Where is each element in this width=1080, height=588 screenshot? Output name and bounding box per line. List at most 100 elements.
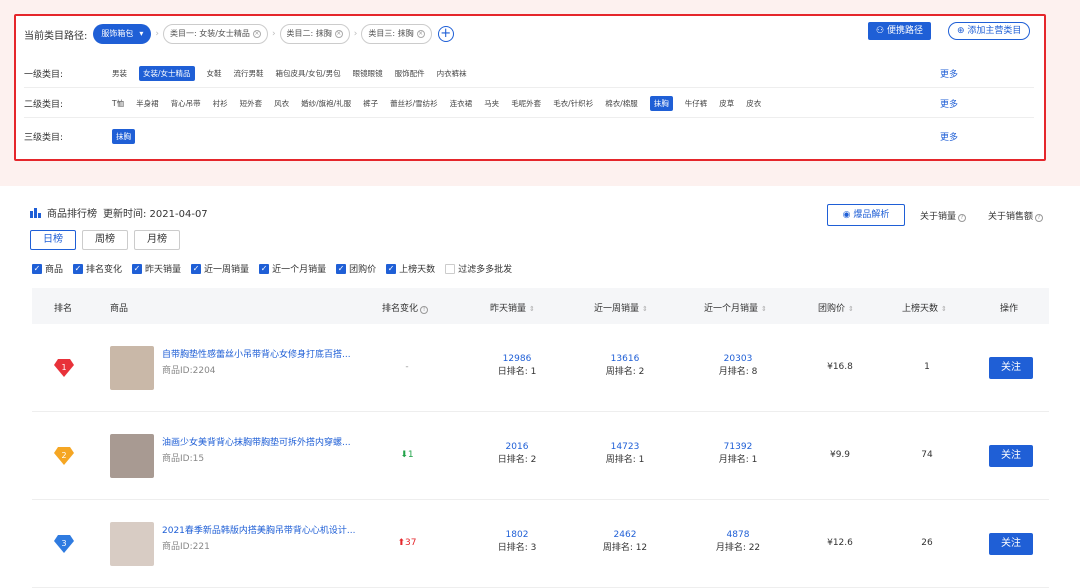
sales-value[interactable]: 14723 bbox=[590, 442, 660, 452]
category-item[interactable]: 连衣裙 bbox=[450, 98, 473, 109]
close-icon[interactable]: × bbox=[416, 30, 425, 38]
col-yesterday[interactable]: 昨天销量 ⇕ bbox=[490, 301, 535, 314]
rank-number: 3 bbox=[61, 539, 66, 548]
week-sales: 13616 周排名: 2 bbox=[590, 354, 660, 377]
product-title[interactable]: 2021春季新品韩版内搭美胸吊带背心心机设计... bbox=[162, 523, 356, 536]
path-chip-3[interactable]: 类目三: 抹胸 × bbox=[361, 24, 432, 44]
category-item[interactable]: 女装/女士精品 bbox=[139, 66, 195, 81]
tab-monthly[interactable]: 月榜 bbox=[134, 230, 180, 250]
category-item[interactable]: 流行男鞋 bbox=[234, 68, 264, 79]
col-week[interactable]: 近一周销量 ⇕ bbox=[594, 301, 648, 314]
checkbox-icon[interactable]: ✓ bbox=[73, 263, 84, 274]
product-id: 商品ID:221 bbox=[162, 542, 210, 552]
sales-value[interactable]: 71392 bbox=[703, 442, 773, 452]
col-price[interactable]: 团购价 ⇕ bbox=[818, 301, 854, 314]
category-item[interactable]: 裤子 bbox=[363, 98, 378, 109]
category-item[interactable]: 毛呢外套 bbox=[511, 98, 541, 109]
product-thumbnail[interactable] bbox=[110, 522, 154, 566]
checkbox-icon[interactable]: ✓ bbox=[191, 263, 202, 274]
category-item[interactable]: 眼镜眼镜 bbox=[353, 68, 383, 79]
more-link[interactable]: 更多 bbox=[940, 130, 958, 143]
filter-checkbox[interactable]: ✓ 上榜天数 bbox=[386, 262, 435, 275]
product-thumbnail[interactable] bbox=[110, 346, 154, 390]
category-item[interactable]: 衬衫 bbox=[213, 98, 228, 109]
category-item[interactable]: 女鞋 bbox=[207, 68, 222, 79]
category-item[interactable]: 皮草 bbox=[719, 98, 734, 109]
category-item[interactable]: 背心吊带 bbox=[171, 98, 201, 109]
filter-checkbox[interactable]: ✓ 商品 bbox=[32, 262, 63, 275]
filter-checkbox[interactable]: ✓ 近一周销量 bbox=[191, 262, 249, 275]
category-item[interactable]: 婚纱/旗袍/礼服 bbox=[301, 98, 351, 109]
category-item[interactable]: 服饰配件 bbox=[395, 68, 425, 79]
filter-label: 商品 bbox=[45, 265, 64, 275]
checkbox-icon[interactable]: ✓ bbox=[32, 263, 42, 274]
checkbox-icon[interactable]: ✓ bbox=[336, 263, 347, 274]
add-category-icon[interactable]: + bbox=[437, 26, 454, 42]
category-item[interactable]: 抹胸 bbox=[112, 128, 135, 144]
analysis-button[interactable]: ◉ 爆品解析 bbox=[827, 204, 905, 226]
category-item[interactable]: 箱包皮具/女包/男包 bbox=[276, 68, 341, 79]
col-month-label: 近一个月销量 bbox=[704, 304, 759, 314]
category-item[interactable]: 风衣 bbox=[274, 98, 289, 109]
follow-button[interactable]: 关注 bbox=[989, 445, 1033, 467]
category-item[interactable]: 皮衣 bbox=[746, 98, 761, 109]
sales-value[interactable]: 12986 bbox=[482, 354, 552, 364]
category-item[interactable]: 男装 bbox=[112, 68, 127, 79]
table-row: 3 2021春季新品韩版内搭美胸吊带背心心机设计... 商品ID:221 ⬆37… bbox=[32, 500, 1049, 588]
product-thumbnail[interactable] bbox=[110, 434, 154, 478]
category-item[interactable]: 毛衣/针织衫 bbox=[553, 98, 593, 109]
more-link[interactable]: 更多 bbox=[940, 97, 958, 110]
path-chip-1[interactable]: 类目一: 女装/女士精品 × bbox=[163, 24, 268, 44]
col-days[interactable]: 上榜天数 ⇕ bbox=[902, 301, 947, 314]
category-item[interactable]: 短外套 bbox=[240, 98, 263, 109]
add-main-category-button[interactable]: ⊕ 添加主营类目 bbox=[948, 22, 1031, 40]
category-item[interactable]: 马夹 bbox=[484, 98, 499, 109]
category-item[interactable]: T恤 bbox=[112, 98, 124, 109]
sales-value[interactable]: 2016 bbox=[482, 442, 552, 452]
sales-value[interactable]: 4878 bbox=[703, 530, 773, 540]
group-price: ¥9.9 bbox=[829, 450, 851, 460]
tab-weekly[interactable]: 周榜 bbox=[82, 230, 128, 250]
filter-checkbox[interactable]: ✓ 昨天销量 bbox=[132, 262, 181, 275]
category-item[interactable]: 抹胸 bbox=[649, 96, 673, 111]
tab-daily[interactable]: 日榜 bbox=[30, 230, 76, 250]
category-item[interactable]: 内衣裤袜 bbox=[437, 68, 467, 79]
filter-checkbox[interactable]: ✓ 团购价 bbox=[336, 262, 376, 275]
filter-checkbox[interactable]: ✓ 近一个月销量 bbox=[259, 262, 326, 275]
more-link[interactable]: 更多 bbox=[940, 67, 958, 80]
category-item[interactable]: 牛仔裤 bbox=[685, 98, 708, 109]
root-category-chip[interactable]: 服饰箱包 ▾ bbox=[93, 24, 152, 44]
col-product: 商品 bbox=[110, 304, 129, 314]
sales-value[interactable]: 20303 bbox=[703, 354, 773, 364]
category-item[interactable]: 半身裙 bbox=[136, 98, 159, 109]
checkbox-icon[interactable]: ✓ bbox=[259, 263, 270, 274]
product-title[interactable]: 自带胸垫性感蕾丝小吊带背心女修身打底百搭... bbox=[162, 347, 351, 360]
checkbox-icon[interactable] bbox=[445, 263, 456, 274]
follow-button[interactable]: 关注 bbox=[989, 357, 1033, 379]
col-change-label: 排名变化 bbox=[382, 304, 419, 314]
sales-rank: 月排名: 1 bbox=[718, 455, 758, 465]
shortcut-path-button[interactable]: ⚇ 便携路径 bbox=[868, 22, 931, 40]
sales-value[interactable]: 13616 bbox=[590, 354, 660, 364]
product-title[interactable]: 油画少女美背背心抹胸带胸垫可拆外搭内穿螺... bbox=[162, 435, 351, 448]
close-icon[interactable]: × bbox=[252, 30, 261, 38]
about-revenue[interactable]: 关于销售额? bbox=[988, 209, 1044, 222]
rank-change: ⬇1 bbox=[382, 450, 432, 460]
checkbox-icon[interactable]: ✓ bbox=[132, 263, 143, 274]
sales-value[interactable]: 2462 bbox=[590, 530, 660, 540]
sales-value[interactable]: 1802 bbox=[482, 530, 552, 540]
col-month[interactable]: 近一个月销量 ⇕ bbox=[704, 301, 767, 314]
col-change[interactable]: 排名变化! bbox=[382, 301, 429, 314]
about-sales[interactable]: 关于销量? bbox=[920, 209, 967, 222]
filter-checkbox[interactable]: 过滤多多批发 bbox=[445, 262, 512, 275]
filter-label: 近一个月销量 bbox=[272, 265, 327, 275]
follow-button[interactable]: 关注 bbox=[989, 533, 1033, 555]
filter-checkbox[interactable]: ✓ 排名变化 bbox=[73, 262, 122, 275]
close-icon[interactable]: × bbox=[334, 30, 343, 38]
level3-row: 三级类目: 抹胸 更多 bbox=[24, 122, 1034, 150]
category-item[interactable]: 蕾丝衫/雪纺衫 bbox=[390, 98, 438, 109]
filter-label: 过滤多多批发 bbox=[458, 265, 513, 275]
path-chip-2[interactable]: 类目二: 抹胸 × bbox=[279, 24, 350, 44]
checkbox-icon[interactable]: ✓ bbox=[386, 263, 397, 274]
category-item[interactable]: 棉衣/棉服 bbox=[605, 98, 638, 109]
